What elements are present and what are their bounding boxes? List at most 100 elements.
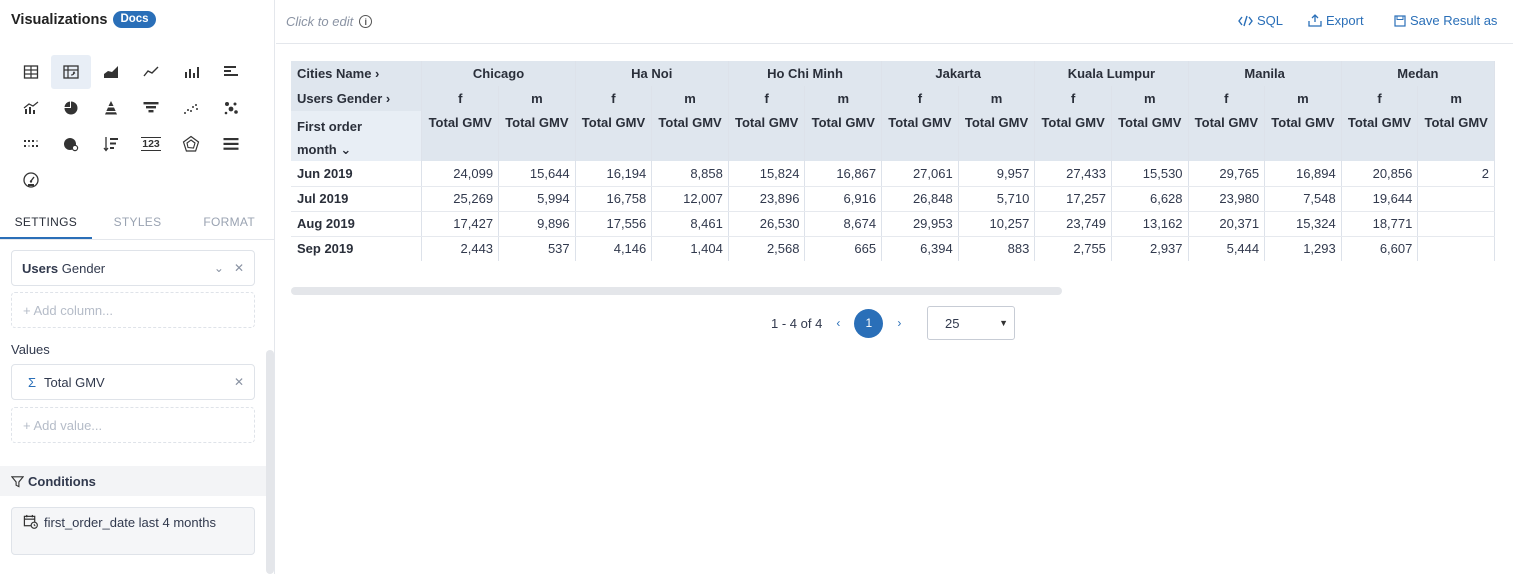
gender-header: f [421, 86, 500, 111]
table-cell: 6,916 [804, 186, 883, 212]
viz-header: Visualizations Docs [11, 11, 156, 28]
gauge-icon[interactable] [11, 163, 51, 197]
city-header[interactable]: Manila [1188, 61, 1342, 86]
table-cell: 19,644 [1341, 186, 1419, 212]
measure-header[interactable]: Total GMV [804, 111, 883, 161]
pivot-table: Cities Name › Chicago Ha Noi Ho Chi Minh Ja… [291, 61, 1495, 261]
measure-header[interactable]: Total GMV [1341, 111, 1419, 161]
table-cell: 7,548 [1264, 186, 1342, 212]
panel-scrollbar[interactable] [266, 350, 274, 574]
measure-header[interactable]: Total GMV [1034, 111, 1112, 161]
calendar-clock-icon [23, 514, 38, 529]
condition-pill[interactable]: first_order_date last 4 months [11, 507, 255, 555]
tab-settings[interactable]: SETTINGS [0, 204, 92, 239]
gender-header-text: Users Gender [297, 91, 383, 106]
table-cell: 8,674 [804, 211, 883, 237]
measure-header[interactable]: Total GMV [958, 111, 1036, 161]
gender-header-label[interactable]: Users Gender › [291, 86, 423, 111]
gender-header: m [498, 86, 576, 111]
value-field-pill[interactable]: Σ Total GMV ✕ [11, 364, 255, 400]
number-icon[interactable]: 123 [131, 127, 171, 161]
table-cell: 6,628 [1111, 186, 1189, 212]
gender-header: m [1417, 86, 1495, 111]
conditions-header[interactable]: Conditions [0, 466, 266, 496]
pyramid-icon[interactable] [91, 91, 131, 125]
table-cell: 6,394 [881, 236, 959, 261]
city-header[interactable]: Jakarta [881, 61, 1036, 86]
map-icon[interactable] [51, 127, 91, 161]
table-cell: 1,404 [651, 236, 729, 261]
table-cell: 12,007 [651, 186, 729, 212]
bullet-icon[interactable] [211, 127, 251, 161]
city-header[interactable]: Ha Noi [575, 61, 729, 86]
page-size-select[interactable]: 25 ▼ [927, 306, 1015, 340]
chevron-down-icon[interactable]: ⌄ [214, 261, 224, 275]
measure-header[interactable]: Total GMV [575, 111, 653, 161]
city-header[interactable]: Kuala Lumpur [1034, 61, 1189, 86]
close-icon[interactable]: ✕ [234, 261, 244, 275]
col-header-label[interactable]: Cities Name › [291, 61, 423, 86]
bubble-icon[interactable] [211, 91, 251, 125]
code-icon [1238, 15, 1253, 26]
measure-header[interactable]: Total GMV [1264, 111, 1342, 161]
prev-page-button[interactable]: ‹ [836, 316, 840, 330]
row-header-label[interactable]: First order month ⌄ [291, 111, 423, 161]
tab-styles[interactable]: STYLES [92, 204, 184, 239]
table-cell: 23,980 [1188, 186, 1266, 212]
table-cell: 665 [804, 236, 883, 261]
chevron-down-icon: ⌄ [340, 142, 352, 157]
bar-chart-icon[interactable] [171, 55, 211, 89]
table-horizontal-scrollbar[interactable] [291, 287, 1062, 295]
add-value-input[interactable]: + Add value... [11, 407, 255, 443]
gender-header: f [881, 86, 959, 111]
measure-header[interactable]: Total GMV [728, 111, 806, 161]
table-cell: 2 [1417, 161, 1495, 187]
heatmap-icon[interactable] [11, 127, 51, 161]
area-chart-icon[interactable] [91, 55, 131, 89]
next-page-button[interactable]: › [897, 316, 901, 330]
table-cell: 2,937 [1111, 236, 1189, 261]
table-cell: 16,867 [804, 161, 883, 187]
measure-header[interactable]: Total GMV [498, 111, 576, 161]
measure-header[interactable]: Total GMV [1188, 111, 1266, 161]
save-result-button[interactable]: Save Result as [1394, 13, 1497, 28]
tab-format[interactable]: FORMAT [183, 204, 274, 239]
column-field-pill[interactable]: Users Gender ⌄ ✕ [11, 250, 255, 286]
table-cell: 537 [498, 236, 576, 261]
chevron-right-icon: › [385, 91, 391, 106]
gender-header: m [1264, 86, 1342, 111]
table-cell: 2,443 [421, 236, 500, 261]
page-number-button[interactable]: 1 [854, 308, 884, 338]
sorted-bar-icon[interactable] [91, 127, 131, 161]
funnel-icon[interactable] [131, 91, 171, 125]
measure-header[interactable]: Total GMV [651, 111, 729, 161]
city-header[interactable]: Chicago [421, 61, 576, 86]
table-cell [1417, 186, 1495, 212]
measure-header[interactable]: Total GMV [1111, 111, 1189, 161]
table-cell: 2,568 [728, 236, 806, 261]
scatter-icon[interactable] [171, 91, 211, 125]
info-icon[interactable]: i [359, 15, 373, 28]
city-header[interactable]: Ho Chi Minh [728, 61, 883, 86]
table-cell: 2,755 [1034, 236, 1112, 261]
pagination: 1 - 4 of 4 ‹ 1 › [771, 307, 915, 339]
click-to-edit[interactable]: Click to edit i [286, 14, 373, 29]
line-chart-icon[interactable] [131, 55, 171, 89]
export-button[interactable]: Export [1308, 13, 1364, 28]
close-icon[interactable]: ✕ [234, 375, 244, 389]
add-column-input[interactable]: + Add column... [11, 292, 255, 328]
pie-chart-icon[interactable] [51, 91, 91, 125]
docs-badge[interactable]: Docs [113, 11, 156, 28]
horizontal-bar-icon[interactable] [211, 55, 251, 89]
measure-header[interactable]: Total GMV [1417, 111, 1495, 161]
radar-icon[interactable] [171, 127, 211, 161]
measure-header[interactable]: Total GMV [421, 111, 500, 161]
measure-header[interactable]: Total GMV [881, 111, 959, 161]
combo-chart-icon[interactable] [11, 91, 51, 125]
city-header[interactable]: Medan [1341, 61, 1495, 86]
sql-button[interactable]: SQL [1238, 13, 1283, 28]
pivot-table-icon[interactable] [51, 55, 91, 89]
table-icon[interactable] [11, 55, 51, 89]
table-row: Jun 2019 24,099 15,644 16,194 8,858 15,824 16,… [291, 161, 1495, 187]
table-cell: 26,530 [728, 211, 806, 237]
